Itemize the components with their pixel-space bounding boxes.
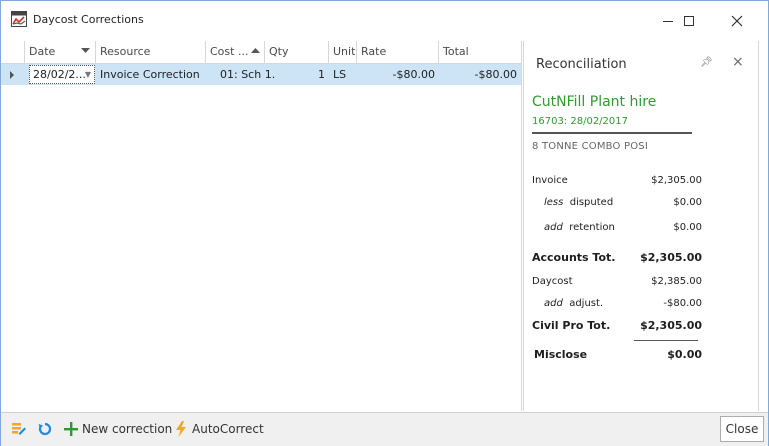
chevron-down-icon[interactable]: ▼: [85, 66, 91, 83]
column-header-date[interactable]: Date: [25, 41, 96, 63]
column-header-total[interactable]: Total: [439, 41, 521, 63]
date-value: 28/02/2...: [33, 68, 86, 81]
column-header-qty[interactable]: Qty: [265, 41, 329, 63]
retention-line: add retention $0.00: [532, 222, 702, 238]
resource-cell[interactable]: Invoice Correction: [96, 64, 206, 85]
window-close-button[interactable]: [719, 7, 755, 35]
pin-icon[interactable]: 📌︎: [700, 57, 713, 68]
adjust-line: add adjust. -$80.00: [532, 298, 702, 314]
column-header-label: Date: [29, 45, 56, 58]
invoice-reference: 16703: 28/02/2017: [532, 116, 628, 127]
date-cell-editor[interactable]: 28/02/2... ▼: [29, 65, 95, 84]
plant-description: 8 TONNE COMBO POSI: [532, 141, 648, 152]
column-header-resource[interactable]: Resource: [96, 41, 206, 63]
unit-cell[interactable]: LS: [329, 64, 357, 85]
maximize-button[interactable]: [671, 7, 707, 35]
reconciliation-panel: Reconciliation 📌︎ × CutNFill Plant hire …: [523, 41, 759, 411]
line-label: add adjust.: [544, 298, 603, 309]
line-label: add retention: [544, 222, 615, 233]
corrections-grid: Date Resource Cost ... Qty Unit Rate Tot…: [1, 41, 522, 411]
line-label-text: adjust.: [569, 298, 604, 309]
title-bar: Daycost Corrections: [1, 1, 768, 41]
new-correction-label: New correction: [82, 422, 173, 436]
line-label: Accounts Tot.: [532, 251, 616, 264]
supplier-name: CutNFill Plant hire: [532, 94, 657, 110]
column-header-label: Resource: [100, 45, 151, 58]
line-value: $2,305.00: [640, 319, 702, 332]
daycost-line: Daycost $2,385.00: [532, 276, 702, 292]
grid-header: Date Resource Cost ... Qty Unit Rate Tot…: [1, 41, 521, 64]
column-header-label: Qty: [269, 45, 289, 58]
daycost-corrections-window: Daycost Corrections Date Resource Cost .…: [0, 0, 769, 446]
app-icon: [11, 11, 27, 27]
misclose-line: Misclose $0.00: [532, 348, 702, 364]
edit-columns-icon[interactable]: [11, 421, 27, 437]
window-title: Daycost Corrections: [33, 13, 144, 26]
invoice-line: Invoice $2,305.00: [532, 175, 702, 191]
line-label: Civil Pro Tot.: [532, 319, 611, 332]
row-indicator-icon: [10, 71, 14, 79]
lightning-icon: [176, 421, 186, 437]
line-label: less disputed: [544, 197, 613, 208]
civil-pro-total-line: Civil Pro Tot. $2,305.00: [532, 319, 702, 335]
column-header-cost[interactable]: Cost ...: [206, 41, 265, 63]
line-prefix: add: [544, 298, 563, 309]
column-header-label: Rate: [361, 45, 387, 58]
line-label: Invoice: [532, 175, 568, 186]
table-row[interactable]: 28/02/2... ▼ Invoice Correction 01: Sch …: [1, 64, 521, 85]
header-indicator-column: [1, 41, 25, 63]
panel-title: Reconciliation: [536, 57, 627, 72]
line-value: $2,385.00: [651, 276, 702, 287]
line-value: -$80.00: [663, 298, 702, 309]
panel-close-icon[interactable]: ×: [732, 54, 744, 70]
line-value: $0.00: [667, 348, 702, 361]
column-header-label: Cost ...: [210, 45, 249, 58]
bottom-toolbar: New correction AutoCorrect Close: [1, 412, 768, 446]
sort-ascending-icon: [251, 48, 260, 53]
filter-dropdown-icon[interactable]: [81, 48, 90, 54]
line-value: $0.00: [673, 222, 702, 233]
line-prefix: less: [544, 197, 564, 208]
disputed-line: less disputed $0.00: [532, 197, 702, 213]
divider: [634, 340, 698, 341]
divider: [532, 132, 692, 134]
column-header-rate[interactable]: Rate: [357, 41, 439, 63]
line-value: $2,305.00: [651, 175, 702, 186]
rate-cell[interactable]: -$80.00: [357, 64, 439, 85]
column-header-unit[interactable]: Unit: [329, 41, 357, 63]
accounts-total-line: Accounts Tot. $2,305.00: [532, 251, 702, 267]
close-icon: [731, 15, 743, 27]
refresh-icon[interactable]: [37, 421, 53, 437]
close-button[interactable]: Close: [720, 416, 764, 442]
total-cell[interactable]: -$80.00: [439, 64, 521, 85]
qty-cell[interactable]: 1: [265, 64, 329, 85]
line-value: $0.00: [673, 197, 702, 208]
line-label: Misclose: [534, 348, 588, 361]
line-prefix: add: [544, 222, 563, 233]
column-header-label: Unit: [333, 45, 356, 58]
line-value: $2,305.00: [640, 251, 702, 264]
maximize-icon: [684, 16, 694, 26]
line-label-text: disputed: [569, 197, 614, 208]
line-label-text: retention: [569, 222, 615, 233]
line-label: Daycost: [532, 276, 573, 287]
column-header-label: Total: [443, 45, 469, 58]
autocorrect-label: AutoCorrect: [192, 422, 264, 436]
plus-icon: [64, 422, 78, 436]
